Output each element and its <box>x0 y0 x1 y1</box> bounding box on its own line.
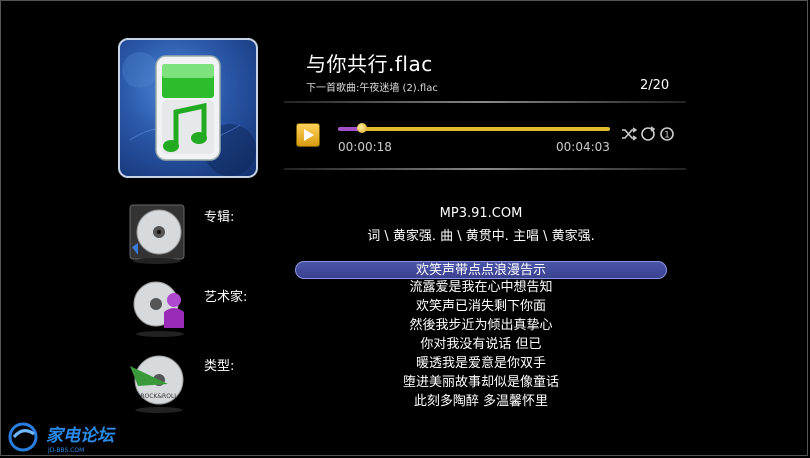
svg-text:1: 1 <box>664 131 670 141</box>
lyric-line[interactable]: 欢笑声带点点浪漫告示 <box>295 261 667 279</box>
lyric-line[interactable]: 你对我没有说话 但已 <box>295 336 667 354</box>
credits-line: 词 \ 黄家强. 曲 \ 黄贯中. 主唱 \ 黄家强. <box>367 229 595 244</box>
total-time: 00:04:03 <box>556 140 610 154</box>
genre-disc-icon: ROCK&ROLL <box>130 355 184 413</box>
music-player-icon <box>122 52 256 176</box>
lyric-line[interactable]: 堕进美丽故事却似是像童话 <box>295 374 667 392</box>
watermark-subtext: JD-BBS.COM <box>47 447 84 454</box>
track-position: 2/20 <box>640 78 670 93</box>
lyric-line[interactable]: 然後我步近为倾出真挚心 <box>295 317 667 335</box>
shuffle-icon[interactable] <box>621 126 637 142</box>
genre-label: 类型: <box>204 359 235 374</box>
power-icon[interactable]: 1 <box>659 126 675 142</box>
lyric-line[interactable]: 欢笑声已消失剩下你面 <box>295 298 667 316</box>
forum-watermark: 家电论坛 JD-BBS.COM <box>8 422 116 454</box>
artist-label: 艺术家: <box>204 290 248 305</box>
lyric-line[interactable]: 此刻多陶醉 多温馨怀里 <box>295 393 667 411</box>
repeat-icon[interactable] <box>640 126 656 142</box>
play-button[interactable] <box>296 123 320 147</box>
genre-badge: ROCK&ROLL <box>140 393 178 400</box>
lyric-line[interactable]: 暖透我是爱意是你双手 <box>295 355 667 373</box>
divider-top <box>284 101 686 103</box>
album-art <box>118 38 258 178</box>
watermark-text: 家电论坛 <box>46 426 116 446</box>
next-song-label: 下一首歌曲:午夜迷墙 (2).flac <box>306 83 438 94</box>
album-disc-icon <box>129 204 185 264</box>
artist-disc-icon <box>133 281 184 337</box>
elapsed-time: 00:00:18 <box>338 140 392 154</box>
lyric-line[interactable]: 流露爱是我在心中想告知 <box>295 279 667 297</box>
album-label: 专辑: <box>204 210 235 225</box>
song-title: 与你共行.flac <box>306 52 433 76</box>
progress-bar[interactable] <box>338 123 610 133</box>
album-value: MP3.91.COM <box>439 206 523 221</box>
divider-bottom <box>284 168 686 170</box>
